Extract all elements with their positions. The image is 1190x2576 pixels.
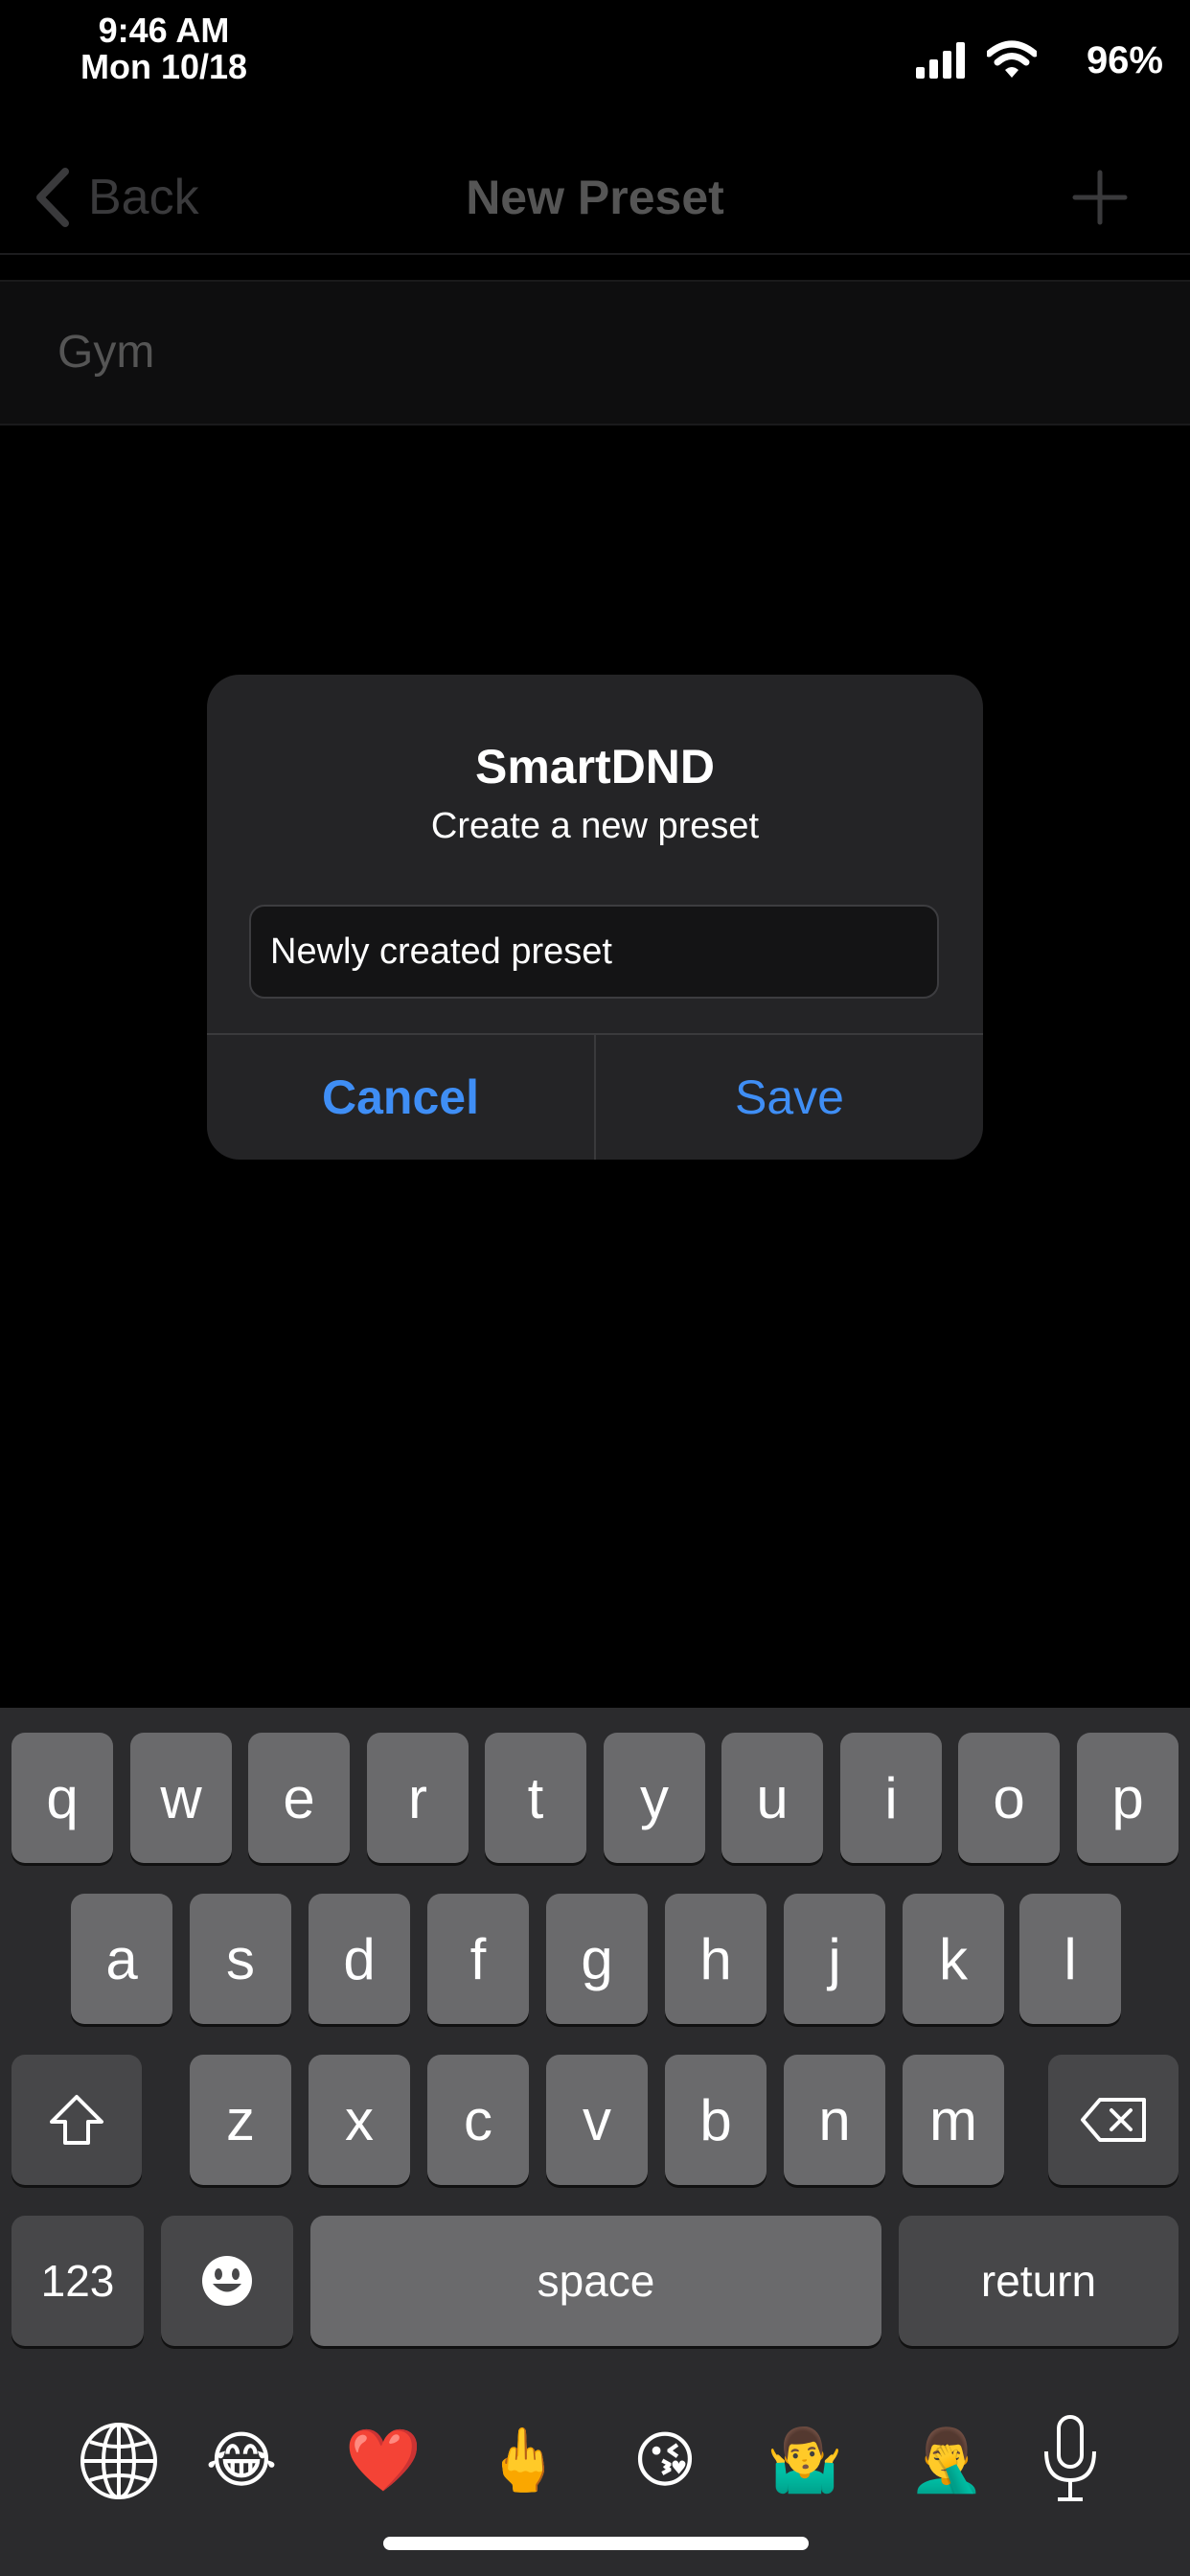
emoji-suggestion-kiss[interactable]: 😘: [625, 2420, 705, 2500]
key-z[interactable]: z: [190, 2055, 291, 2185]
alert-message: Create a new preset: [430, 806, 760, 846]
key-d[interactable]: d: [309, 1894, 410, 2024]
key-x[interactable]: x: [309, 2055, 410, 2185]
emoji-suggestion-heart[interactable]: ❤️: [343, 2420, 423, 2500]
return-key[interactable]: return: [899, 2216, 1179, 2346]
key-k[interactable]: k: [903, 1894, 1004, 2024]
numbers-key[interactable]: 123: [11, 2216, 144, 2346]
alert-dialog: SmartDND Create a new preset Cancel Save: [207, 675, 983, 1160]
key-j[interactable]: j: [784, 1894, 885, 2024]
key-i[interactable]: i: [840, 1733, 942, 1863]
emoji-suggestion-shrug[interactable]: 🤷‍♂️: [765, 2420, 845, 2500]
globe-icon[interactable]: [77, 2419, 161, 2503]
key-f[interactable]: f: [427, 1894, 529, 2024]
emoji-suggestion-facepalm[interactable]: 🤦‍♂️: [906, 2420, 987, 2500]
page-title: New Preset: [466, 171, 724, 224]
key-s[interactable]: s: [190, 1894, 291, 2024]
delete-key[interactable]: [1048, 2055, 1179, 2185]
key-h[interactable]: h: [665, 1894, 767, 2024]
status-time: 9:46 AM: [98, 11, 230, 50]
key-p[interactable]: p: [1077, 1733, 1179, 1863]
emoji-suggestion-middle-finger[interactable]: 🖕: [483, 2420, 563, 2500]
plus-icon[interactable]: [1071, 163, 1129, 232]
wifi-icon: [987, 40, 1037, 78]
navigation-bar: Back New Preset: [0, 142, 1190, 255]
microphone-icon[interactable]: [1039, 2413, 1102, 2505]
key-t[interactable]: t: [485, 1733, 586, 1863]
backspace-icon: [1081, 2098, 1146, 2142]
key-y[interactable]: y: [604, 1733, 705, 1863]
key-e[interactable]: e: [248, 1733, 350, 1863]
key-v[interactable]: v: [546, 2055, 648, 2185]
key-m[interactable]: m: [903, 2055, 1004, 2185]
key-b[interactable]: b: [665, 2055, 767, 2185]
key-q[interactable]: q: [11, 1733, 113, 1863]
emoji-face-icon: [202, 2256, 252, 2306]
save-button[interactable]: Save: [596, 1035, 983, 1160]
list-item[interactable]: Gym: [0, 280, 1190, 426]
key-u[interactable]: u: [721, 1733, 823, 1863]
alert-title: SmartDND: [474, 740, 716, 794]
cellular-signal-icon: [916, 42, 965, 79]
emoji-suggestion-tears-of-joy[interactable]: 😂: [201, 2420, 282, 2500]
space-key[interactable]: space: [310, 2216, 881, 2346]
key-o[interactable]: o: [958, 1733, 1060, 1863]
preset-name-input[interactable]: [249, 905, 939, 999]
key-r[interactable]: r: [367, 1733, 469, 1863]
cancel-button[interactable]: Cancel: [207, 1035, 594, 1160]
key-c[interactable]: c: [427, 2055, 529, 2185]
key-w[interactable]: w: [130, 1733, 232, 1863]
battery-percentage: 96%: [1086, 39, 1163, 81]
key-l[interactable]: l: [1019, 1894, 1121, 2024]
emoji-key[interactable]: [161, 2216, 293, 2346]
shift-arrow-icon: [50, 2095, 103, 2145]
shift-key[interactable]: [11, 2055, 142, 2185]
key-n[interactable]: n: [784, 2055, 885, 2185]
list-item-label: Gym: [57, 327, 155, 378]
status-bar: 9:46 AM Mon 10/18 96%: [0, 0, 1190, 142]
key-a[interactable]: a: [71, 1894, 172, 2024]
key-g[interactable]: g: [546, 1894, 648, 2024]
status-date: Mon 10/18: [80, 47, 248, 86]
home-indicator[interactable]: [383, 2537, 809, 2550]
